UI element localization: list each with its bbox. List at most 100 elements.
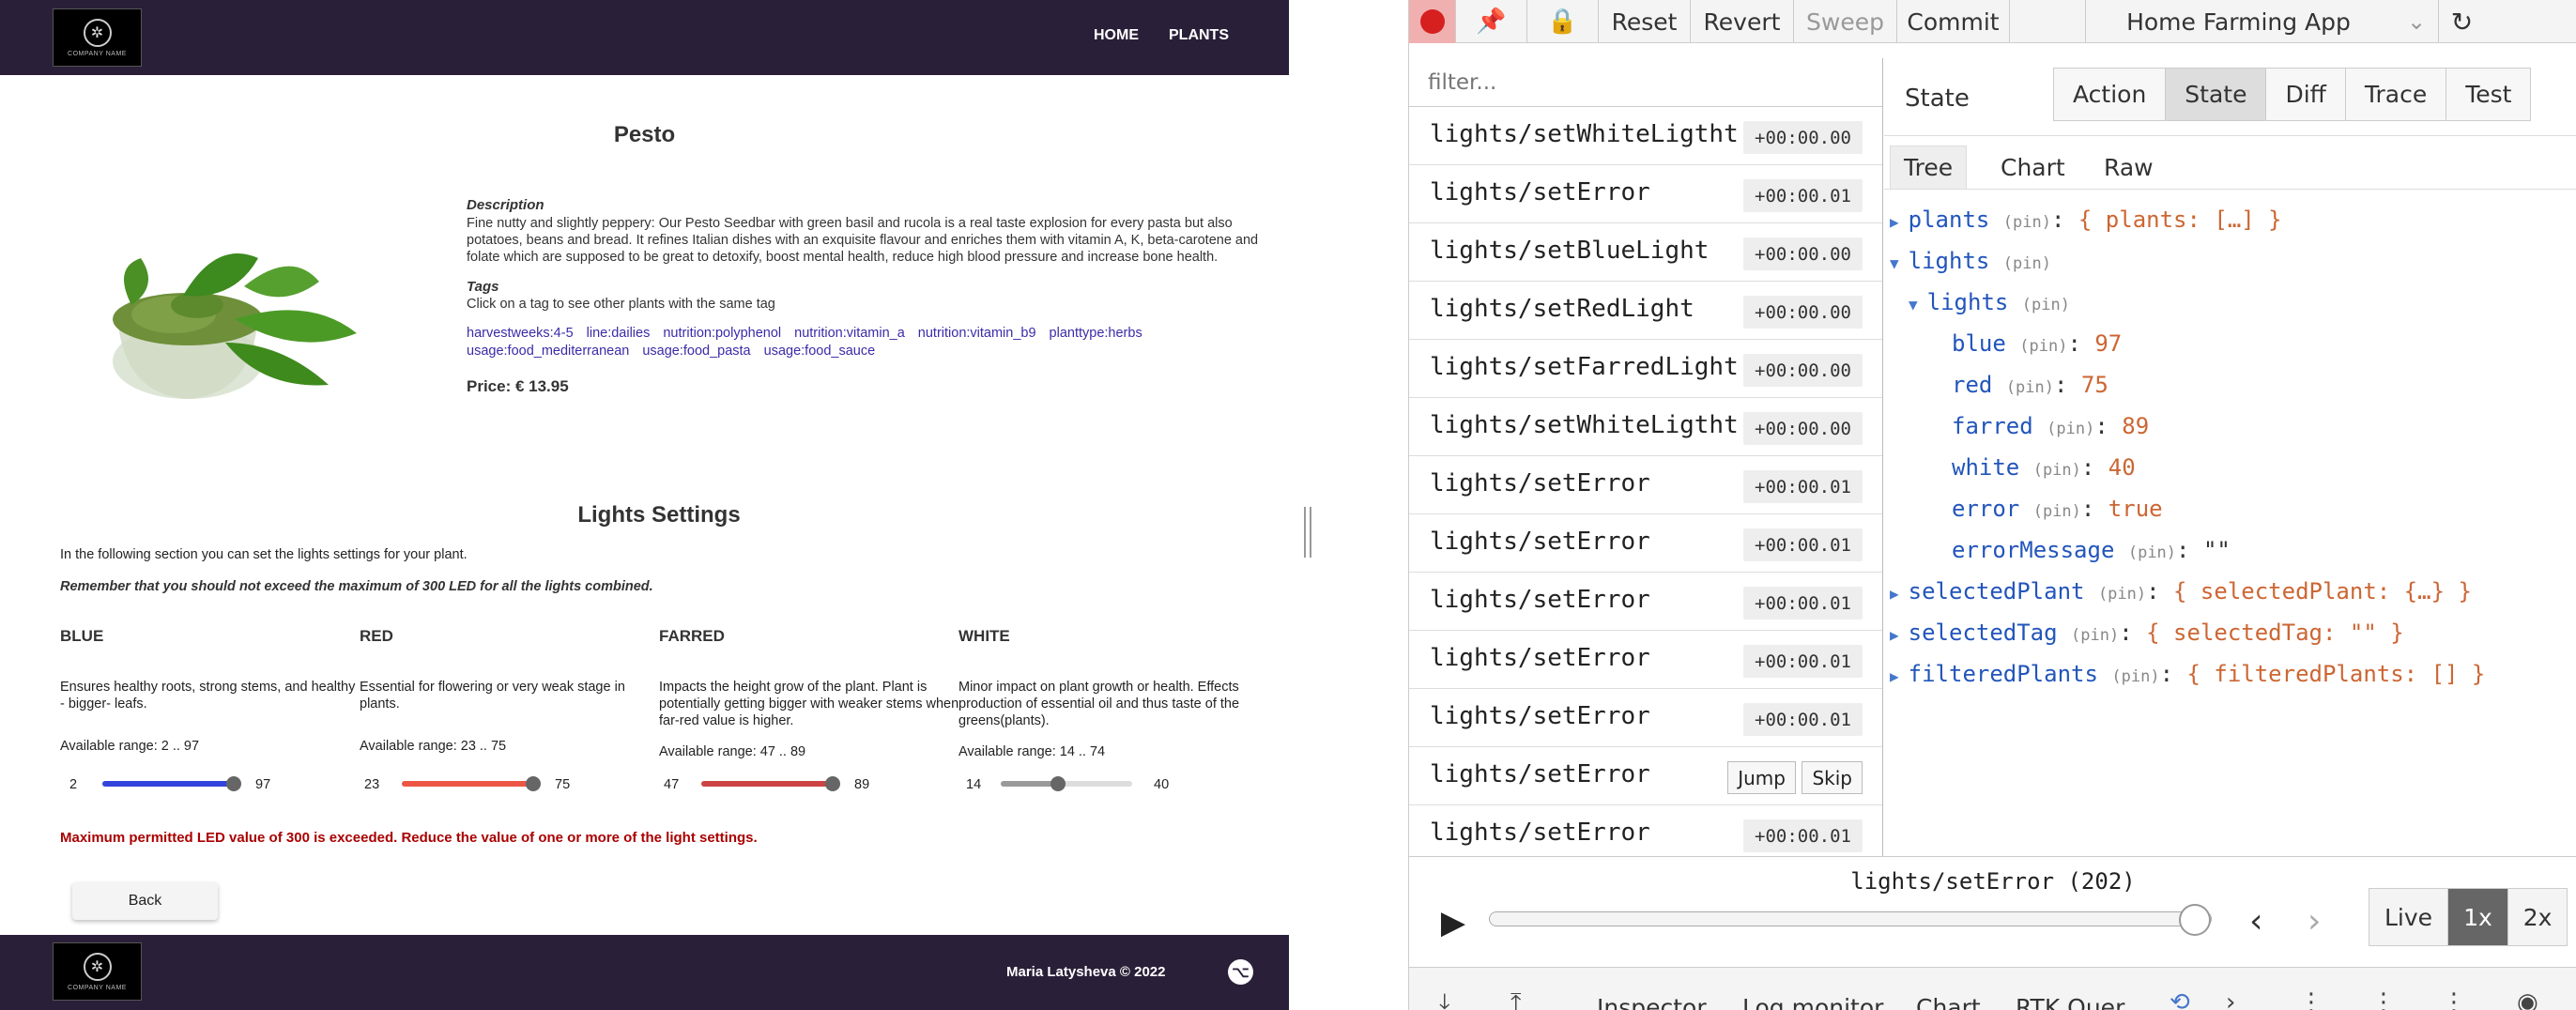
tab-raw[interactable]: Raw xyxy=(2091,145,2167,189)
pin-button[interactable]: 📌 xyxy=(1456,0,1527,43)
revert-button[interactable]: Revert xyxy=(1691,0,1794,43)
slider-max-label: 89 xyxy=(854,777,870,792)
tab-trace[interactable]: Trace xyxy=(2345,69,2447,120)
action-row[interactable]: lights/setError +00:00.01 xyxy=(1409,631,1882,689)
tab-diff[interactable]: Diff xyxy=(2266,69,2346,120)
tab-state[interactable]: State xyxy=(2166,69,2267,120)
commit-button[interactable]: Commit xyxy=(1897,0,2010,43)
company-logo[interactable]: ✲ COMPANY NAME xyxy=(53,8,142,67)
record-button[interactable] xyxy=(1409,0,1456,43)
action-row[interactable]: lights/setRedLight +00:00.00 xyxy=(1409,282,1882,340)
footer: ✲ COMPANY NAME Maria Latysheva © 2022 ⌥ xyxy=(0,935,1289,1010)
action-row[interactable]: lights/setBlueLight +00:00.00 xyxy=(1409,223,1882,282)
light-name: FARRED xyxy=(659,627,725,645)
slider-thumb[interactable] xyxy=(226,776,241,791)
top-navbar: ✲ COMPANY NAME HOME PLANTS xyxy=(0,0,1289,75)
slider-thumb[interactable] xyxy=(526,776,541,791)
tab-test[interactable]: Test xyxy=(2446,69,2531,120)
slider-min-label: 14 xyxy=(966,777,982,792)
tree-leaf-farred: farred (pin): 89 xyxy=(1952,413,2150,439)
monitor-tab-rtk[interactable]: RTK Quer xyxy=(2016,994,2124,1010)
slider-toggle-icon[interactable]: ⋮ xyxy=(2299,988,2323,1010)
tree-node-lights-inner[interactable]: ▼ lights (pin) xyxy=(1909,289,2070,330)
action-row[interactable]: lights/setFarredLight +00:00.00 xyxy=(1409,340,1882,398)
tag-link[interactable]: line:dailies xyxy=(587,325,651,343)
action-name: lights/setError xyxy=(1430,469,1650,497)
red-light-slider[interactable] xyxy=(402,776,541,791)
action-row[interactable]: lights/setError +00:00.01 xyxy=(1409,573,1882,631)
reset-button[interactable]: Reset xyxy=(1599,0,1691,43)
action-row[interactable]: lights/setError +00:00.01 xyxy=(1409,456,1882,514)
slider-thumb[interactable] xyxy=(1050,776,1066,791)
sync-icon[interactable]: ↻ xyxy=(2438,0,2485,43)
lock-button[interactable]: 🔒 xyxy=(1527,0,1599,43)
lock-icon: 🔒 xyxy=(1547,8,1578,36)
tag-list: harvestweeks:4-5 line:dailies nutrition:po… xyxy=(467,325,1260,360)
github-icon[interactable]: ⌥ xyxy=(1228,959,1253,985)
plant-title: Pesto xyxy=(613,122,676,147)
tag-link[interactable]: planttype:herbs xyxy=(1050,325,1142,343)
white-light-slider[interactable] xyxy=(1001,776,1132,791)
dock-left-icon[interactable]: ⋮ xyxy=(2371,988,2396,1010)
export-icon[interactable]: ⤒ xyxy=(1510,988,1522,1010)
tree-node-selectedtag[interactable]: ▶ selectedTag (pin): { selectedTag: "" } xyxy=(1890,620,2404,661)
dock-bottom-icon[interactable]: ⋮ xyxy=(2442,988,2466,1010)
tag-link[interactable]: usage:food_pasta xyxy=(642,343,750,360)
light-description: Impacts the height grow of the plant. Pl… xyxy=(659,680,959,728)
logo-text: COMPANY NAME xyxy=(68,984,127,991)
tab-tree[interactable]: Tree xyxy=(1890,145,1968,189)
remote-icon[interactable]: ◉ xyxy=(2517,988,2538,1010)
back-button[interactable]: Back xyxy=(72,882,218,920)
action-row[interactable]: lights/setError +00:00.01 xyxy=(1409,805,1882,856)
nav-home-link[interactable]: HOME xyxy=(1094,27,1139,44)
previous-action-icon[interactable]: ‹ xyxy=(2249,902,2262,941)
action-row[interactable]: lights/setWhiteLigtht +00:00.00 xyxy=(1409,107,1882,165)
instance-name: Home Farming App xyxy=(2126,8,2351,36)
pesto-plant-image xyxy=(113,253,357,399)
play-button[interactable]: ▶ xyxy=(1430,899,1477,946)
tag-link[interactable]: nutrition:polyphenol xyxy=(663,325,781,343)
speed-live-button[interactable]: Live xyxy=(2369,889,2449,945)
action-row[interactable]: lights/setError Jump Skip xyxy=(1409,747,1882,805)
action-row[interactable]: lights/setError +00:00.01 xyxy=(1409,165,1882,223)
tree-node-lights[interactable]: ▼ lights (pin) xyxy=(1890,248,2051,289)
tag-link[interactable]: nutrition:vitamin_b9 xyxy=(918,325,1036,343)
action-row[interactable]: lights/setError +00:00.01 xyxy=(1409,689,1882,747)
tag-link[interactable]: nutrition:vitamin_a xyxy=(794,325,905,343)
monitor-tab-inspector[interactable]: Inspector xyxy=(1597,994,1707,1010)
blue-light-slider[interactable] xyxy=(102,776,241,791)
instance-selector[interactable]: Home Farming App ⌄ ↻ xyxy=(2085,0,2473,43)
slider-thumb[interactable] xyxy=(825,776,840,791)
jump-button[interactable]: Jump xyxy=(1727,761,1796,794)
action-row[interactable]: lights/setWhiteLigtht +00:00.00 xyxy=(1409,398,1882,456)
tab-chart[interactable]: Chart xyxy=(1987,145,2078,189)
speed-2x-button[interactable]: 2x xyxy=(2507,889,2568,945)
timeline-thumb[interactable] xyxy=(2179,904,2211,936)
import-icon[interactable]: ⤓ xyxy=(1439,988,1450,1010)
sweep-button[interactable]: Sweep xyxy=(1794,0,1897,43)
tag-link[interactable]: usage:food_mediterranean xyxy=(467,343,629,360)
action-name: lights/setError xyxy=(1430,528,1650,556)
tab-action[interactable]: Action xyxy=(2054,69,2167,120)
persist-icon[interactable]: ⟲ xyxy=(2170,988,2190,1010)
next-action-icon[interactable]: › xyxy=(2308,902,2321,941)
tag-link[interactable]: harvestweeks:4-5 xyxy=(467,325,574,343)
farred-light-slider[interactable] xyxy=(701,776,840,791)
slider-max-label: 75 xyxy=(555,777,571,792)
tree-node-plants[interactable]: ▶ plants (pin): { plants: […] } xyxy=(1890,207,2282,248)
nav-plants-link[interactable]: PLANTS xyxy=(1169,27,1229,44)
tree-leaf-blue: blue (pin): 97 xyxy=(1952,330,2123,357)
speed-1x-button[interactable]: 1x xyxy=(2448,889,2508,945)
pane-resize-handle[interactable] xyxy=(1304,507,1311,558)
monitor-tab-chart[interactable]: Chart xyxy=(1916,994,1981,1010)
tag-link[interactable]: usage:food_sauce xyxy=(764,343,876,360)
dispatcher-icon[interactable]: › xyxy=(2226,988,2235,1010)
timeline-track[interactable] xyxy=(1489,904,2212,936)
action-filter-input[interactable] xyxy=(1409,58,1882,107)
tree-node-filteredplants[interactable]: ▶ filteredPlants (pin): { filteredPlants:… xyxy=(1890,661,2485,702)
tree-node-selectedplant[interactable]: ▶ selectedPlant (pin): { selectedPlant: {… xyxy=(1890,578,2472,620)
skip-button[interactable]: Skip xyxy=(1802,761,1863,794)
action-row[interactable]: lights/setError +00:00.01 xyxy=(1409,514,1882,573)
slider-fill xyxy=(402,781,533,787)
monitor-tab-log[interactable]: Log monitor xyxy=(1742,994,1883,1010)
